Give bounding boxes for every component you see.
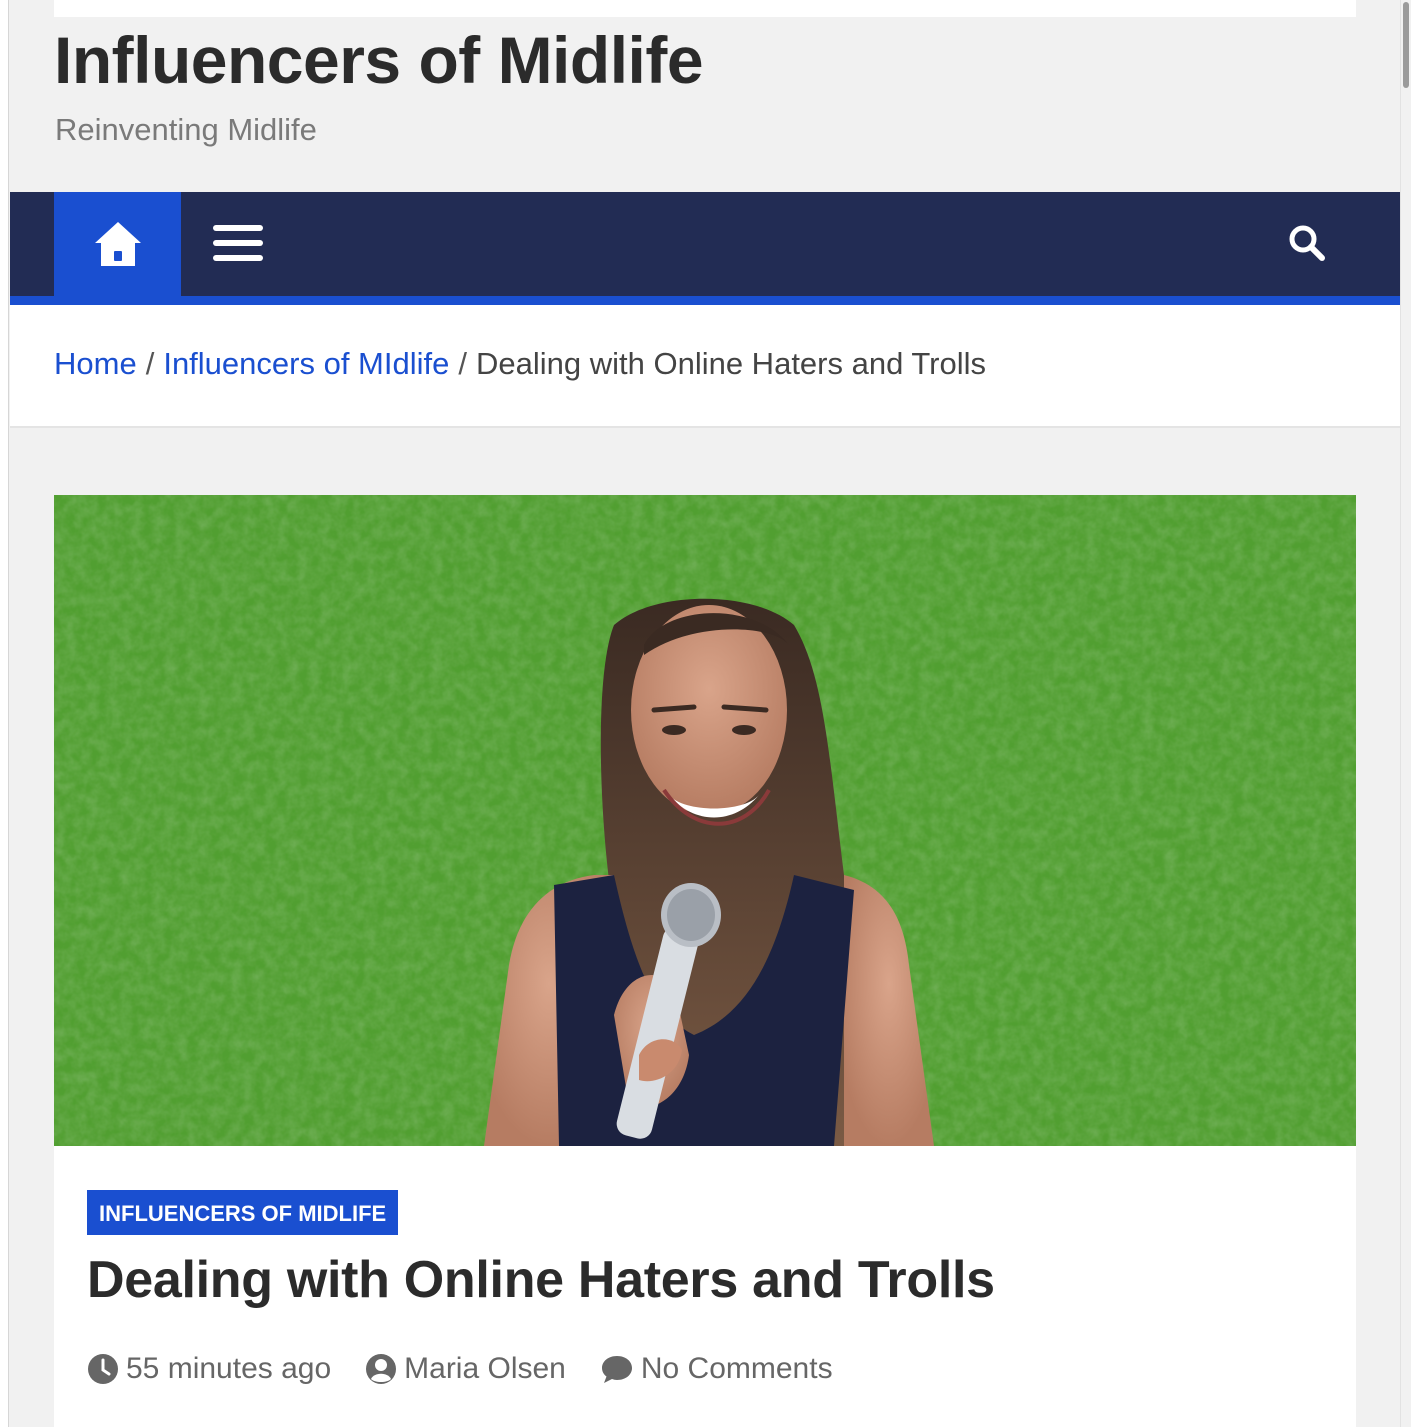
- page-left-edge: [0, 0, 9, 1427]
- post-author-name: Maria Olsen: [404, 1352, 566, 1385]
- breadcrumb-category-link[interactable]: Influencers of MIdlife: [163, 346, 449, 381]
- menu-toggle-button[interactable]: [205, 214, 271, 272]
- hamburger-menu-icon-line-2: [213, 240, 263, 246]
- hamburger-menu-icon-line-1: [213, 225, 263, 231]
- hamburger-menu-icon-line-3: [213, 255, 263, 261]
- scrollbar[interactable]: [1400, 0, 1411, 1427]
- comment-icon: [601, 1356, 632, 1383]
- post-comments-count: No Comments: [640, 1352, 833, 1385]
- top-strip: [54, 0, 1356, 17]
- site-tagline: Reinventing Midlife: [55, 112, 317, 147]
- home-button[interactable]: [54, 192, 181, 296]
- home-icon: [94, 222, 141, 266]
- clock-icon: [88, 1354, 118, 1384]
- breadcrumb-home-link[interactable]: Home: [54, 346, 137, 381]
- post-author[interactable]: Maria Olsen: [365, 1352, 566, 1386]
- scrollbar-thumb[interactable]: [1403, 2, 1409, 88]
- breadcrumb-separator: /: [145, 346, 155, 381]
- post-meta: 55 minutes ago Maria Olsen No Comments: [87, 1347, 833, 1391]
- post-date[interactable]: 55 minutes ago: [87, 1352, 331, 1386]
- breadcrumb-separator: /: [458, 346, 467, 381]
- post-comments[interactable]: No Comments: [600, 1352, 833, 1386]
- site-title[interactable]: Influencers of Midlife: [54, 22, 704, 98]
- breadcrumb: Home / Influencers of MIdlife / Dealing with…: [54, 346, 986, 382]
- navbar-bottom-border: [10, 296, 1400, 305]
- search-icon: [1289, 225, 1325, 261]
- hero-photo[interactable]: [54, 495, 1356, 1146]
- category-badge[interactable]: INFLUENCERS OF MIDLIFE: [87, 1190, 399, 1235]
- search-button[interactable]: [1280, 216, 1334, 270]
- user-circle-icon: [366, 1354, 397, 1384]
- post-title: Dealing with Online Haters and Trolls: [87, 1251, 995, 1309]
- breadcrumb-current-page: Dealing with Online Haters and Trolls: [475, 346, 987, 381]
- post-date-text: 55 minutes ago: [126, 1352, 332, 1385]
